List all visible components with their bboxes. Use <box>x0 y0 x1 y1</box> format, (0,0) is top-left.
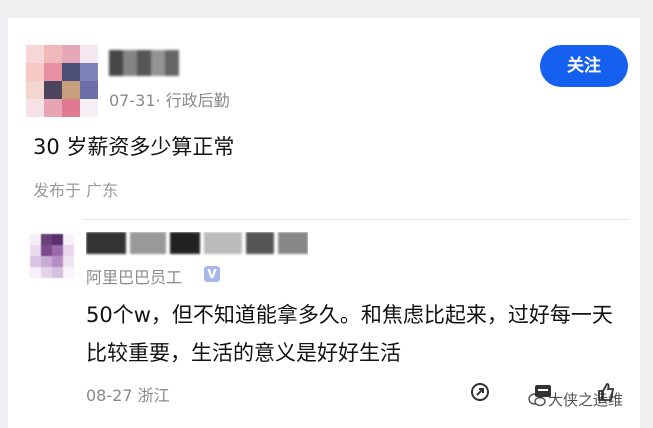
comment-date: 08-27 浙江 <box>86 386 170 405</box>
follow-button[interactable]: 关注 <box>540 45 628 87</box>
divider <box>82 219 630 220</box>
author-avatar[interactable] <box>26 45 98 117</box>
verified-badge-icon: V <box>204 266 220 282</box>
commenter-avatar[interactable] <box>30 234 74 278</box>
author-meta: 07-31· 行政后勤 <box>109 91 230 110</box>
share-icon[interactable] <box>470 382 490 402</box>
commenter-role: 阿里巴巴员工 <box>86 268 183 287</box>
author-name-redacted <box>109 50 179 76</box>
post-title: 30 岁薪资多少算正常 <box>33 135 235 159</box>
top-bar <box>0 0 653 18</box>
comment-text: 50个w，但不知道能拿多久。和焦虑比起来，过好每一天比较重要，生活的意义是好好生… <box>86 303 613 365</box>
watermark-text: 大侠之运维 <box>548 391 624 409</box>
wechat-icon <box>528 393 546 407</box>
post-location: 发布于 广东 <box>33 181 119 200</box>
commenter-name-redacted <box>86 232 308 258</box>
watermark: 大侠之运维 <box>528 389 623 410</box>
